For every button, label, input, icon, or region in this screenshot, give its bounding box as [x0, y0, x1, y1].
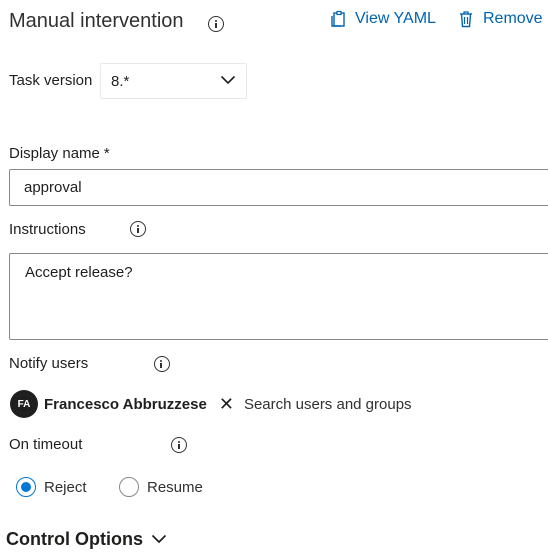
view-yaml-label: View YAML [355, 10, 436, 27]
page-title: Manual intervention [9, 10, 184, 32]
control-options-toggle[interactable]: Control Options [6, 529, 167, 550]
task-version-value: 8.* [111, 72, 130, 90]
display-name-label: Display name * [9, 145, 110, 162]
selected-user-persona[interactable]: FA Francesco Abbruzzese [6, 386, 211, 422]
notify-users-label: Notify users [9, 355, 89, 372]
required-marker: * [103, 145, 110, 162]
close-icon[interactable]: ✕ [219, 395, 234, 413]
instructions-field[interactable]: Accept release? [9, 253, 548, 340]
display-name-label-text: Display name [9, 145, 100, 162]
task-version-label: Task version [9, 72, 93, 89]
radio-checked-icon [16, 477, 36, 497]
remove-label: Remove [483, 10, 543, 27]
people-picker[interactable]: FA Francesco Abbruzzese ✕ [6, 386, 548, 422]
selected-user-name: Francesco Abbruzzese [44, 395, 207, 413]
radio-reject[interactable]: Reject [16, 477, 87, 497]
view-yaml-button[interactable]: View YAML [329, 10, 436, 28]
chevron-down-icon [151, 531, 167, 549]
instructions-label: Instructions [9, 221, 86, 238]
avatar: FA [10, 390, 38, 418]
task-version-select[interactable]: 8.* [100, 63, 247, 99]
control-options-label: Control Options [6, 529, 143, 549]
radio-reject-label: Reject [44, 478, 87, 496]
info-icon[interactable] [171, 437, 188, 453]
info-icon[interactable] [208, 16, 224, 32]
display-name-field[interactable] [9, 169, 548, 206]
trash-icon [457, 10, 475, 28]
radio-unchecked-icon [119, 477, 139, 497]
search-users-input[interactable] [241, 388, 436, 420]
radio-resume-label: Resume [147, 478, 203, 496]
chevron-down-icon [220, 72, 236, 90]
info-icon[interactable] [130, 221, 147, 237]
info-icon[interactable] [153, 356, 170, 372]
on-timeout-label: On timeout [9, 436, 83, 453]
remove-button[interactable]: Remove [457, 10, 543, 28]
radio-resume[interactable]: Resume [119, 477, 203, 497]
copy-document-icon [329, 10, 347, 28]
